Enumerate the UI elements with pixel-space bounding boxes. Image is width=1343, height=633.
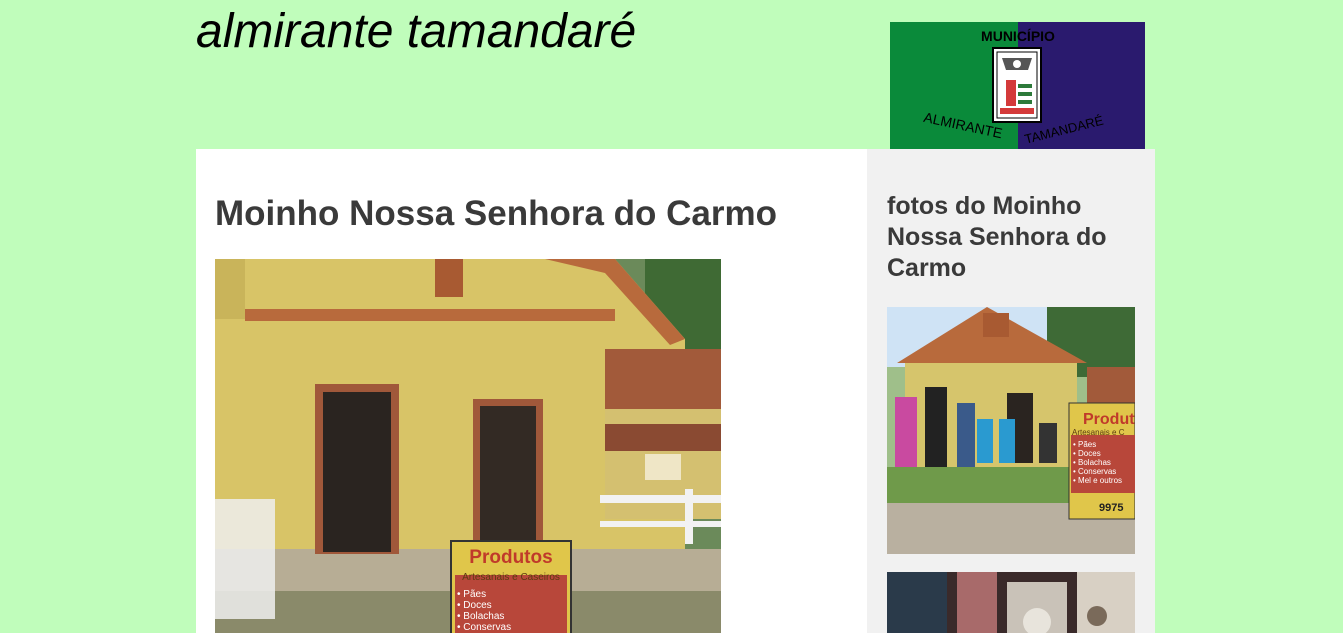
sidebar: fotos do Moinho Nossa Senhora do Carmo P… bbox=[867, 149, 1155, 633]
thumb-sign-item: • Conservas bbox=[1073, 467, 1116, 476]
coat-of-arms-icon bbox=[992, 47, 1042, 123]
sign-item: • Bolachas bbox=[457, 611, 504, 622]
post-title: Moinho Nossa Senhora do Carmo bbox=[215, 194, 777, 233]
sign-subtitle: Artesanais e Caseiros bbox=[462, 572, 560, 583]
gallery-thumbnail[interactable]: Produt Artesanais e C • Pães • Doces • B… bbox=[887, 307, 1135, 554]
main-content: Moinho Nossa Senhora do Carmo Produtos A… bbox=[196, 149, 867, 633]
flag-top-text: MUNICÍPIO bbox=[981, 28, 1055, 44]
mill-building-photo: Produtos Artesanais e Caseiros • Pães • … bbox=[215, 259, 721, 633]
thumb-sign-subtitle: Artesanais e C bbox=[1072, 428, 1125, 437]
page: almirante tamandaré MUNICÍPIO ALMIRANTE … bbox=[0, 0, 1343, 633]
widget-title: fotos do Moinho Nossa Senhora do Carmo bbox=[887, 192, 1107, 282]
thumb-sign-title: Produt bbox=[1083, 411, 1135, 428]
sign-item: • Doces bbox=[457, 600, 492, 611]
thumb-sign-item: • Doces bbox=[1073, 449, 1101, 458]
sign-item: • Pães bbox=[457, 589, 486, 600]
sign-title: Produtos bbox=[469, 547, 552, 568]
site-title-link[interactable]: almirante tamandaré bbox=[196, 2, 636, 62]
municipality-flag-logo[interactable]: MUNICÍPIO ALMIRANTE TAMANDARÉ bbox=[890, 22, 1145, 149]
cyclists-at-mill-photo: Produt Artesanais e C • Pães • Doces • B… bbox=[887, 307, 1135, 554]
featured-photo[interactable]: Produtos Artesanais e Caseiros • Pães • … bbox=[215, 259, 721, 633]
flag-graphic: MUNICÍPIO ALMIRANTE TAMANDARÉ bbox=[890, 22, 1145, 149]
thumb-sign-item: • Pães bbox=[1073, 440, 1096, 449]
mill-interior-photo bbox=[887, 572, 1135, 633]
thumb-sign-phone: 9975 bbox=[1099, 502, 1123, 514]
gallery-thumbnail[interactable] bbox=[887, 572, 1135, 633]
sign-item: • Conservas bbox=[457, 622, 511, 633]
thumb-sign-item: • Bolachas bbox=[1073, 458, 1111, 467]
thumb-sign-item: • Mel e outros bbox=[1073, 476, 1122, 485]
